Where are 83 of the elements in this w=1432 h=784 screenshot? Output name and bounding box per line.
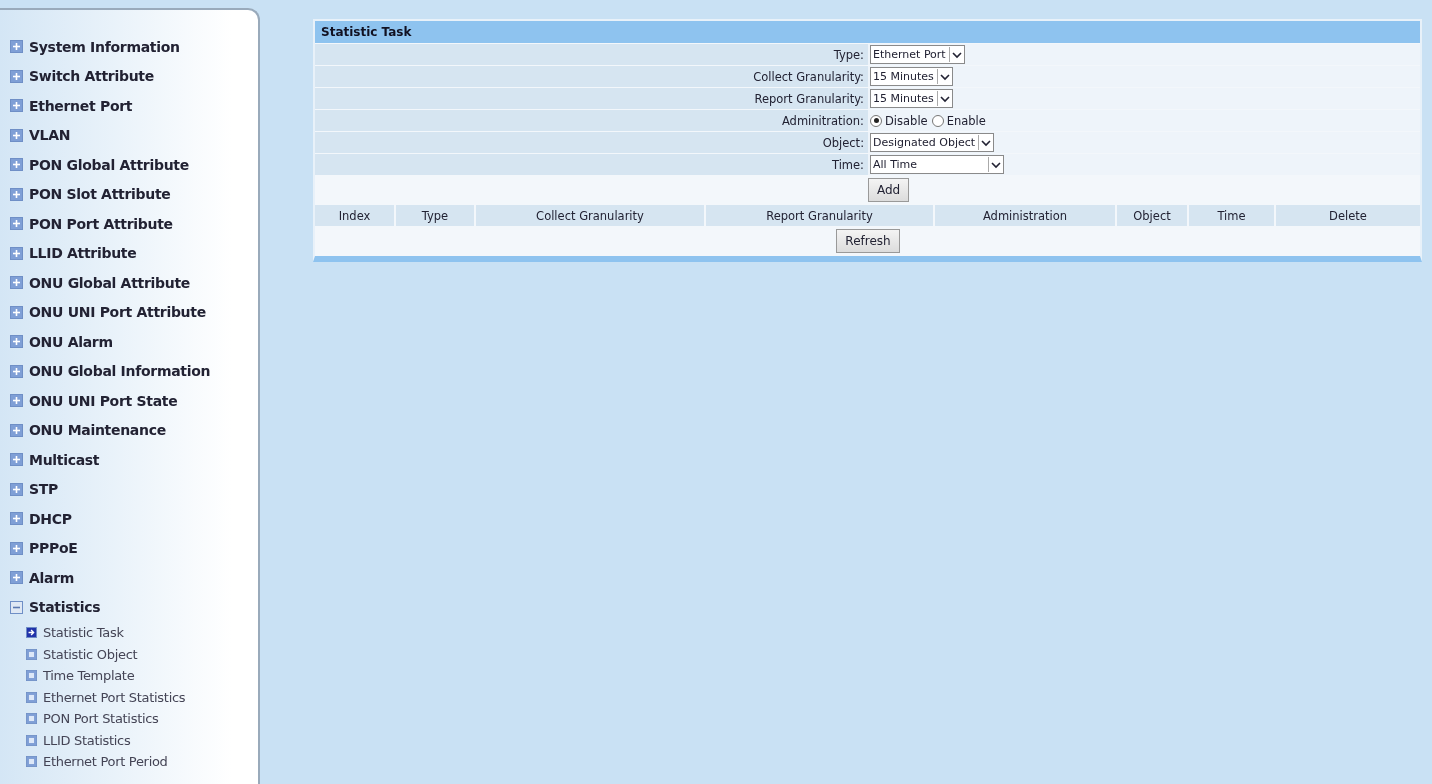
dropdown-caret-icon [948, 47, 964, 62]
plus-icon [10, 394, 23, 408]
field-label: Time: [315, 154, 868, 175]
sidebar-item[interactable]: System Information [29, 38, 180, 55]
sidebar-item[interactable]: Ethernet Port [29, 97, 133, 114]
square-icon [26, 670, 37, 682]
dropdown[interactable]: 15 Minutes [870, 89, 953, 108]
sidebar-subitem[interactable]: Statistic Object [43, 646, 138, 662]
plus-icon [10, 276, 23, 290]
plus-icon [10, 305, 23, 319]
plus-icon [10, 541, 23, 555]
sidebar-subitem[interactable]: PON Port Statistics [43, 711, 159, 727]
dropdown-caret-icon [936, 69, 952, 84]
square-icon [26, 648, 37, 660]
radio-option[interactable]: Enable [931, 113, 986, 128]
field-label: Type: [315, 44, 868, 65]
sidebar-item[interactable]: Multicast [29, 451, 100, 468]
sidebar-item[interactable]: PON Slot Attribute [29, 186, 171, 203]
dropdown-caret-icon [936, 91, 952, 106]
sidebar-item[interactable]: ONU Alarm [29, 333, 113, 350]
plus-icon [10, 453, 23, 467]
column-header: Collect Granularity [476, 205, 704, 226]
plus-icon [10, 69, 23, 83]
plus-icon [10, 482, 23, 496]
sidebar-item[interactable]: Alarm [29, 569, 75, 586]
arrow-icon [26, 627, 37, 639]
sidebar-item[interactable]: ONU Global Information [29, 363, 211, 380]
plus-icon [10, 187, 23, 201]
square-icon [26, 756, 37, 768]
sidebar-item[interactable]: LLID Attribute [29, 245, 137, 262]
plus-icon [10, 158, 23, 172]
sidebar-subitem[interactable]: Time Template [43, 668, 135, 684]
sidebar-item[interactable]: ONU UNI Port Attribute [29, 304, 206, 321]
column-header: Report Granularity [706, 205, 933, 226]
panel-title: Statistic Task [315, 21, 1420, 43]
dropdown[interactable]: 15 Minutes [870, 67, 953, 86]
sidebar-item[interactable]: Statistics [29, 599, 101, 616]
sidebar-item[interactable]: STP [29, 481, 58, 498]
square-icon [26, 713, 37, 725]
sidebar-subitem[interactable]: Statistic Task [43, 625, 124, 641]
dropdown-caret-icon [978, 135, 994, 150]
sidebar-subitem[interactable]: Ethernet Port Period [43, 754, 168, 770]
plus-icon [10, 335, 23, 349]
sidebar-item[interactable]: DHCP [29, 510, 72, 527]
dropdown[interactable]: All Time [870, 155, 1004, 174]
sidebar-item[interactable]: Switch Attribute [29, 68, 154, 85]
plus-icon [10, 571, 23, 585]
plus-icon [10, 423, 23, 437]
field-label: Report Granularity: [315, 88, 868, 109]
plus-icon [10, 128, 23, 142]
field-label: Object: [315, 132, 868, 153]
sidebar-subitem[interactable]: Ethernet Port Statistics [43, 689, 186, 705]
field-label: Collect Granularity: [315, 66, 868, 87]
column-header: Administration [935, 205, 1115, 226]
radio-option[interactable]: Disable [870, 113, 928, 128]
plus-icon [10, 40, 23, 54]
column-header: Time [1189, 205, 1274, 226]
sidebar-item[interactable]: PON Global Attribute [29, 156, 189, 173]
plus-icon [10, 217, 23, 231]
column-header: Type [396, 205, 474, 226]
dropdown[interactable]: Designated Object [870, 133, 995, 152]
field-label: Adminitration: [315, 110, 868, 131]
sidebar-item[interactable]: ONU UNI Port State [29, 392, 178, 409]
sidebar-item[interactable]: VLAN [29, 127, 71, 144]
sidebar-item[interactable]: PON Port Attribute [29, 215, 173, 232]
refresh-button[interactable]: Refresh [836, 229, 900, 253]
sidebar-item[interactable]: ONU Maintenance [29, 422, 166, 439]
plus-icon [10, 99, 23, 113]
column-header: Object [1117, 205, 1187, 226]
sidebar-item[interactable]: ONU Global Attribute [29, 274, 190, 291]
plus-icon [10, 246, 23, 260]
plus-icon [10, 512, 23, 526]
column-header: Index [315, 205, 394, 226]
dropdown-caret-icon [988, 157, 1003, 172]
sidebar-subitem[interactable]: LLID Statistics [43, 732, 131, 748]
minus-icon [10, 600, 23, 614]
square-icon [26, 691, 37, 703]
column-header: Delete [1276, 205, 1420, 226]
sidebar-item[interactable]: PPPoE [29, 540, 78, 557]
add-button[interactable]: Add [868, 178, 910, 202]
dropdown[interactable]: Ethernet Port [870, 45, 965, 64]
plus-icon [10, 364, 23, 378]
square-icon [26, 734, 37, 746]
